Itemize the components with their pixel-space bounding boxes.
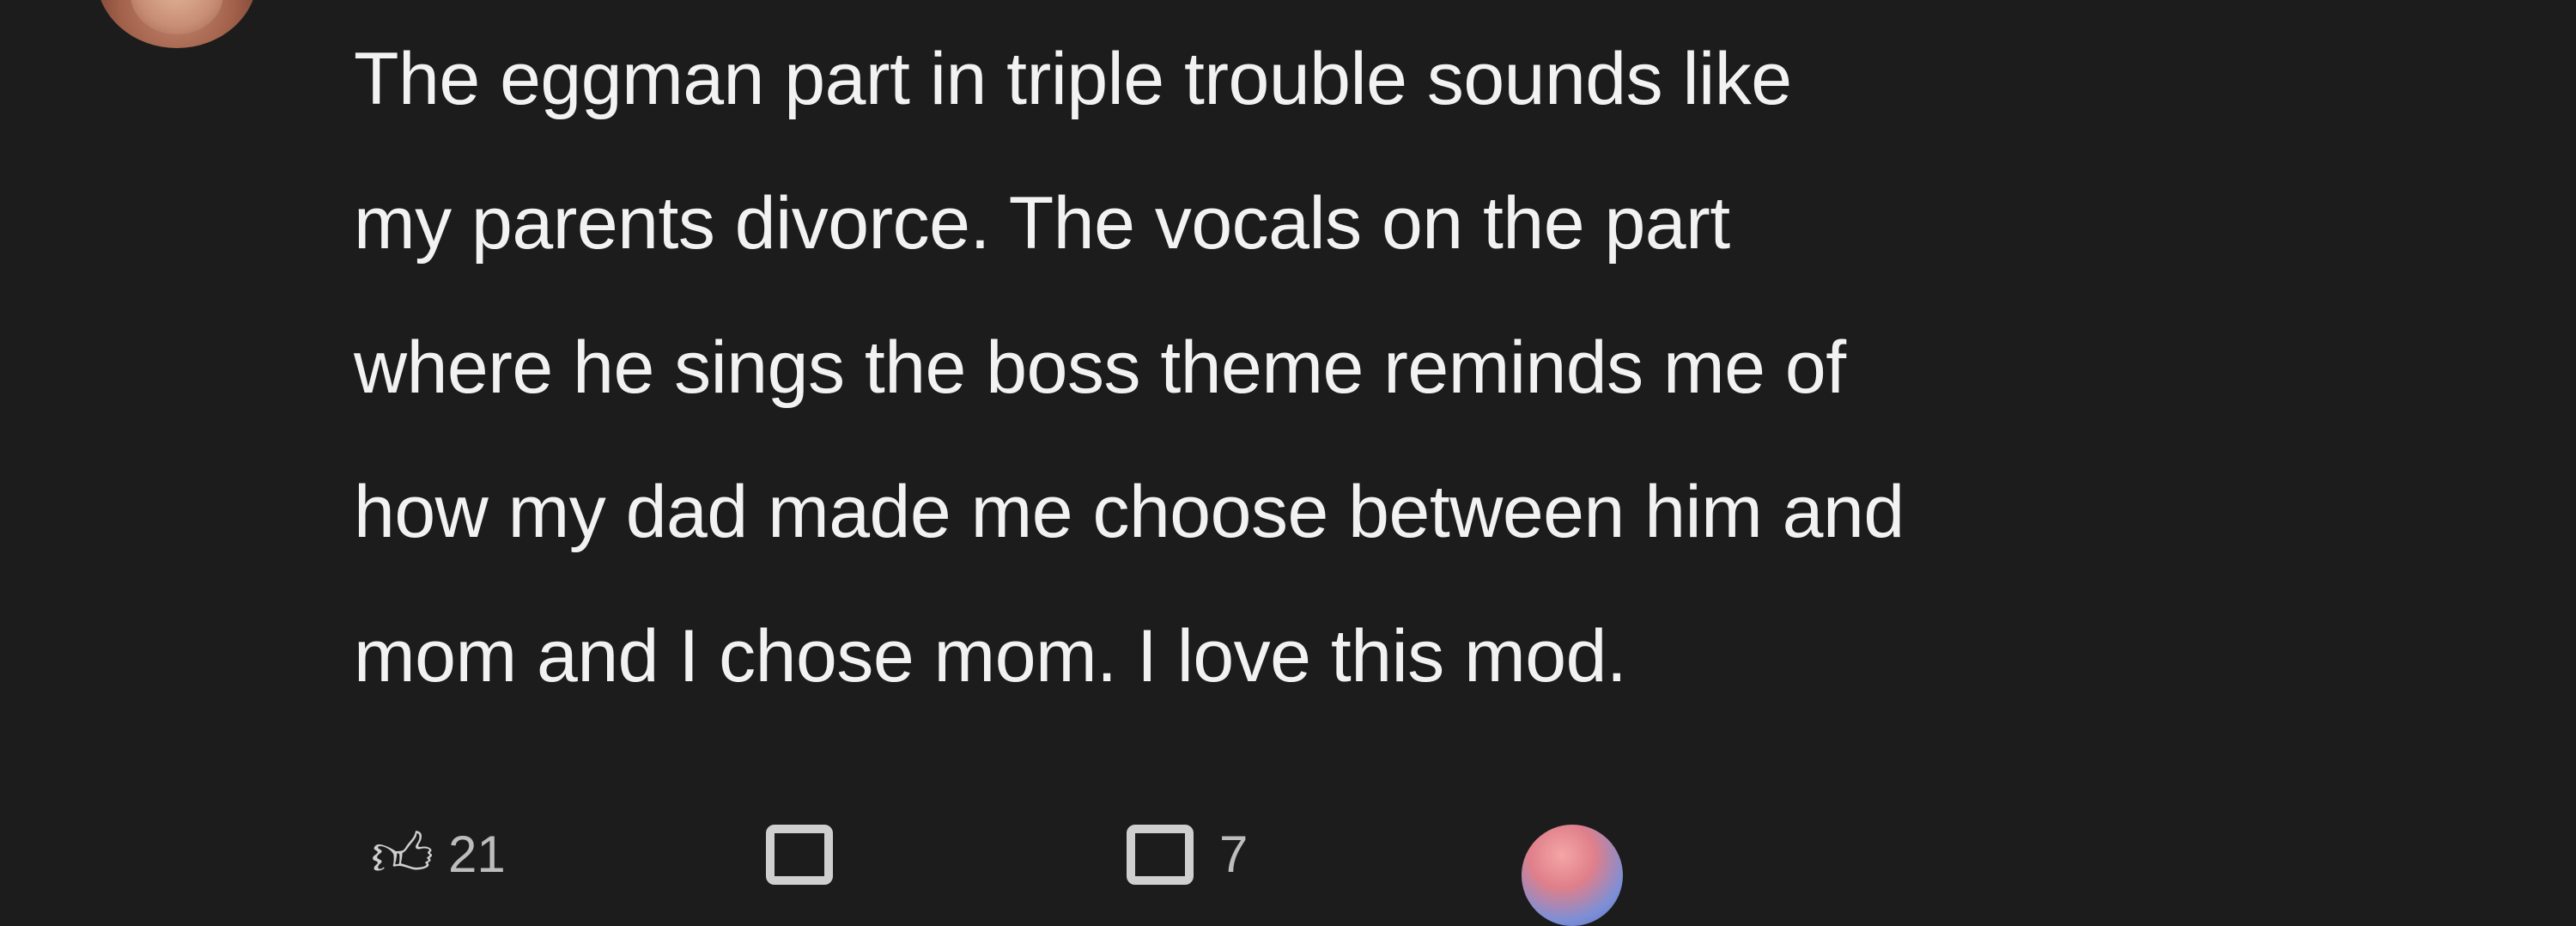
comment-body: The eggman part in triple trouble sounds… bbox=[354, 7, 2500, 728]
avatar-face bbox=[131, 0, 223, 34]
save-count: 7 bbox=[1219, 825, 1249, 883]
comment-line: how my dad made me choose between him an… bbox=[354, 471, 1905, 553]
bookmark-icon bbox=[1127, 825, 1194, 885]
reply-button[interactable] bbox=[766, 825, 833, 893]
comment-view: The eggman part in triple trouble sounds… bbox=[0, 0, 2576, 926]
thumbs-up-icon: 👍︎ bbox=[371, 821, 434, 888]
save-button[interactable]: 7 bbox=[1127, 825, 1248, 893]
reply-avatar[interactable] bbox=[1522, 825, 1623, 926]
comment-line: The eggman part in triple trouble sounds… bbox=[354, 38, 1792, 120]
comment-line: where he sings the boss theme reminds me… bbox=[354, 326, 1846, 409]
comment-icon bbox=[766, 825, 833, 885]
comment-line: my parents divorce. The vocals on the pa… bbox=[354, 182, 1730, 265]
comment-action-bar: 👍︎ 21 7 bbox=[354, 825, 2071, 926]
like-count: 21 bbox=[448, 825, 506, 883]
comment-line: mom and I chose mom. I love this mod. bbox=[354, 615, 1627, 698]
commenter-avatar[interactable] bbox=[96, 0, 258, 48]
like-button[interactable]: 👍︎ 21 bbox=[371, 825, 506, 893]
